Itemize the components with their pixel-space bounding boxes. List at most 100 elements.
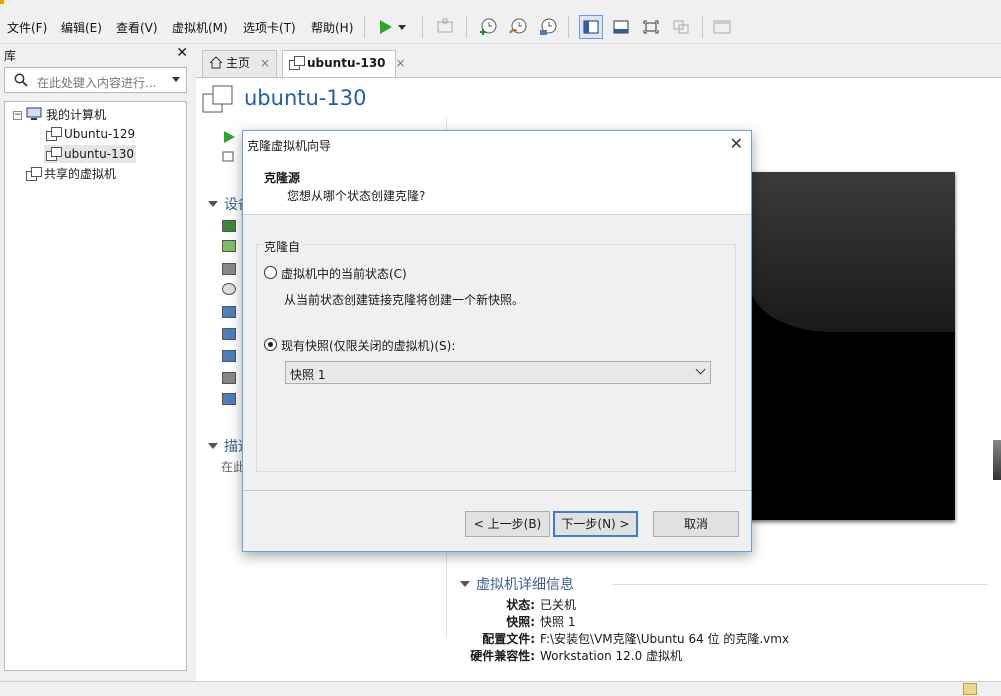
vm-large-icon xyxy=(202,85,233,113)
tree-item-shared-vms[interactable]: 共享的虚拟机 xyxy=(26,165,116,183)
menu-file[interactable]: 文件(F) xyxy=(7,19,47,36)
library-tree: − 我的计算机 Ubuntu-129 ubuntu-130 共享的虚拟机 xyxy=(4,101,187,671)
processor-icon xyxy=(222,240,236,252)
chevron-down-icon[interactable] xyxy=(172,77,180,82)
sound-card-icon xyxy=(222,350,236,362)
tree-label-ubuntu-129: Ubuntu-129 xyxy=(64,127,136,141)
radio-existing-snapshot-label[interactable]: 现有快照(仅限关闭的虚拟机)(S): xyxy=(281,337,455,354)
send-keys-button[interactable] xyxy=(433,15,457,39)
radio-current-state[interactable] xyxy=(264,266,277,279)
thumbnail-pane-icon xyxy=(613,20,629,34)
computer-icon xyxy=(26,107,42,120)
dialog-step-title: 克隆源 xyxy=(264,171,301,185)
vm-icon xyxy=(289,56,305,70)
collapse-triangle-icon xyxy=(208,201,218,207)
radio-current-state-label[interactable]: 虚拟机中的当前状态(C) xyxy=(281,265,407,282)
dialog-step-subtitle: 您想从哪个状态创建克隆? xyxy=(287,189,426,203)
detail-row-hardware: 硬件兼容性: Workstation 12.0 虚拟机 xyxy=(440,647,682,664)
play-icon xyxy=(380,20,392,34)
close-icon[interactable]: × xyxy=(260,56,270,70)
cd-dvd-icon xyxy=(222,283,236,295)
tab-strip: 主页 × ubuntu-130 × xyxy=(196,44,1001,78)
back-button[interactable]: < 上一步(B) xyxy=(465,511,550,537)
network-adapter-icon xyxy=(222,306,236,318)
printer-icon xyxy=(222,372,236,384)
collapse-toggle[interactable]: − xyxy=(13,111,22,120)
detail-key: 配置文件: xyxy=(482,632,535,646)
close-icon[interactable]: × xyxy=(396,56,406,70)
home-icon xyxy=(209,56,223,69)
console-view-button[interactable] xyxy=(710,15,734,39)
library-title: 库 xyxy=(4,49,17,63)
library-close-icon[interactable]: ✕ xyxy=(176,45,188,61)
snapshot-manager-button[interactable] xyxy=(536,15,560,39)
collapse-triangle-icon xyxy=(208,443,218,449)
menu-edit[interactable]: 编辑(E) xyxy=(61,19,102,36)
tree-item-my-computer[interactable]: 我的计算机 xyxy=(26,106,106,124)
show-library-button[interactable] xyxy=(579,15,603,39)
divider xyxy=(612,584,988,585)
fullscreen-icon xyxy=(643,20,659,34)
unity-button[interactable] xyxy=(669,15,693,39)
window-edge-thumbnail xyxy=(993,440,1001,480)
shared-vm-icon xyxy=(26,167,42,181)
usb-icon xyxy=(222,328,236,340)
chevron-down-icon xyxy=(695,364,706,375)
detail-key: 硬件兼容性: xyxy=(470,649,535,663)
tab-ubuntu-130[interactable]: ubuntu-130 × xyxy=(282,50,406,78)
next-button[interactable]: 下一步(N) > xyxy=(553,511,638,537)
vm-icon xyxy=(46,127,62,141)
edit-settings-icon[interactable] xyxy=(222,150,236,164)
dialog-header: 克隆源 您想从哪个状态创建克隆? xyxy=(243,158,751,215)
detail-key: 快照: xyxy=(506,615,535,629)
detail-value: 快照 1 xyxy=(540,615,576,629)
full-screen-button[interactable] xyxy=(639,15,663,39)
menu-help[interactable]: 帮助(H) xyxy=(311,19,353,36)
tree-item-ubuntu-130[interactable]: ubuntu-130 xyxy=(44,145,136,163)
search-placeholder: 在此处键入内容进行... xyxy=(37,76,157,90)
library-pane-icon xyxy=(583,20,599,34)
menu-vm[interactable]: 虚拟机(M) xyxy=(172,19,228,36)
vm-title: ubuntu-130 xyxy=(244,86,367,110)
dialog-title: 克隆虚拟机向导 xyxy=(247,139,332,153)
tree-item-ubuntu-129[interactable]: Ubuntu-129 xyxy=(46,125,135,143)
detail-key: 状态: xyxy=(506,598,535,612)
vm-details-heading[interactable]: 虚拟机详细信息 xyxy=(460,574,574,594)
revert-clock-icon xyxy=(509,18,527,34)
memory-icon xyxy=(222,220,236,232)
tree-label-ubuntu-130: ubuntu-130 xyxy=(64,147,134,161)
manager-clock-icon xyxy=(540,18,557,35)
snapshot-revert-button[interactable] xyxy=(506,15,530,39)
detail-row-snapshot: 快照: 快照 1 xyxy=(440,613,575,630)
vm-screen-preview[interactable] xyxy=(750,172,955,520)
tree-label-my-computer: 我的计算机 xyxy=(46,108,107,122)
tree-label-shared: 共享的虚拟机 xyxy=(44,167,117,181)
snapshot-select[interactable]: 快照 1 xyxy=(285,361,711,384)
snapshot-take-button[interactable] xyxy=(476,15,500,39)
power-on-button[interactable] xyxy=(373,15,397,39)
tab-home[interactable]: 主页 × xyxy=(202,50,277,77)
clone-wizard-dialog: 克隆虚拟机向导 ✕ 克隆源 您想从哪个状态创建克隆? 克隆自 虚拟机中的当前状态… xyxy=(242,130,752,552)
tab-home-label: 主页 xyxy=(226,56,251,70)
close-icon[interactable]: ✕ xyxy=(730,134,743,153)
notification-icon[interactable] xyxy=(963,683,977,695)
snapshot-clock-icon xyxy=(480,18,497,35)
menu-tabs[interactable]: 选项卡(T) xyxy=(243,19,296,36)
menu-view[interactable]: 查看(V) xyxy=(116,19,158,36)
play-icon[interactable] xyxy=(222,130,236,144)
vm-details-heading-text: 虚拟机详细信息 xyxy=(476,577,574,593)
detail-row-config-file: 配置文件: F:\安装包\VM克隆\Ubuntu 64 位 的克隆.vmx xyxy=(440,630,789,647)
menu-toolbar: 文件(F) 编辑(E) 查看(V) 虚拟机(M) 选项卡(T) 帮助(H) xyxy=(0,10,1001,44)
current-state-description: 从当前状态创建链接克隆将创建一个新快照。 xyxy=(284,293,525,307)
radio-existing-snapshot[interactable] xyxy=(264,338,277,351)
library-search-input[interactable]: 在此处键入内容进行... xyxy=(4,67,187,93)
window-top-strip xyxy=(0,0,1001,10)
display-icon xyxy=(222,393,236,405)
library-header: 库 ✕ xyxy=(0,44,196,64)
cancel-button[interactable]: 取消 xyxy=(653,511,739,537)
detail-row-state: 状态: 已关机 xyxy=(440,596,576,613)
keyboard-icon xyxy=(437,18,453,33)
thumbnail-bar-button[interactable] xyxy=(609,15,633,39)
dialog-titlebar[interactable]: 克隆虚拟机向导 ✕ xyxy=(243,131,751,158)
power-dropdown-button[interactable] xyxy=(395,15,409,39)
